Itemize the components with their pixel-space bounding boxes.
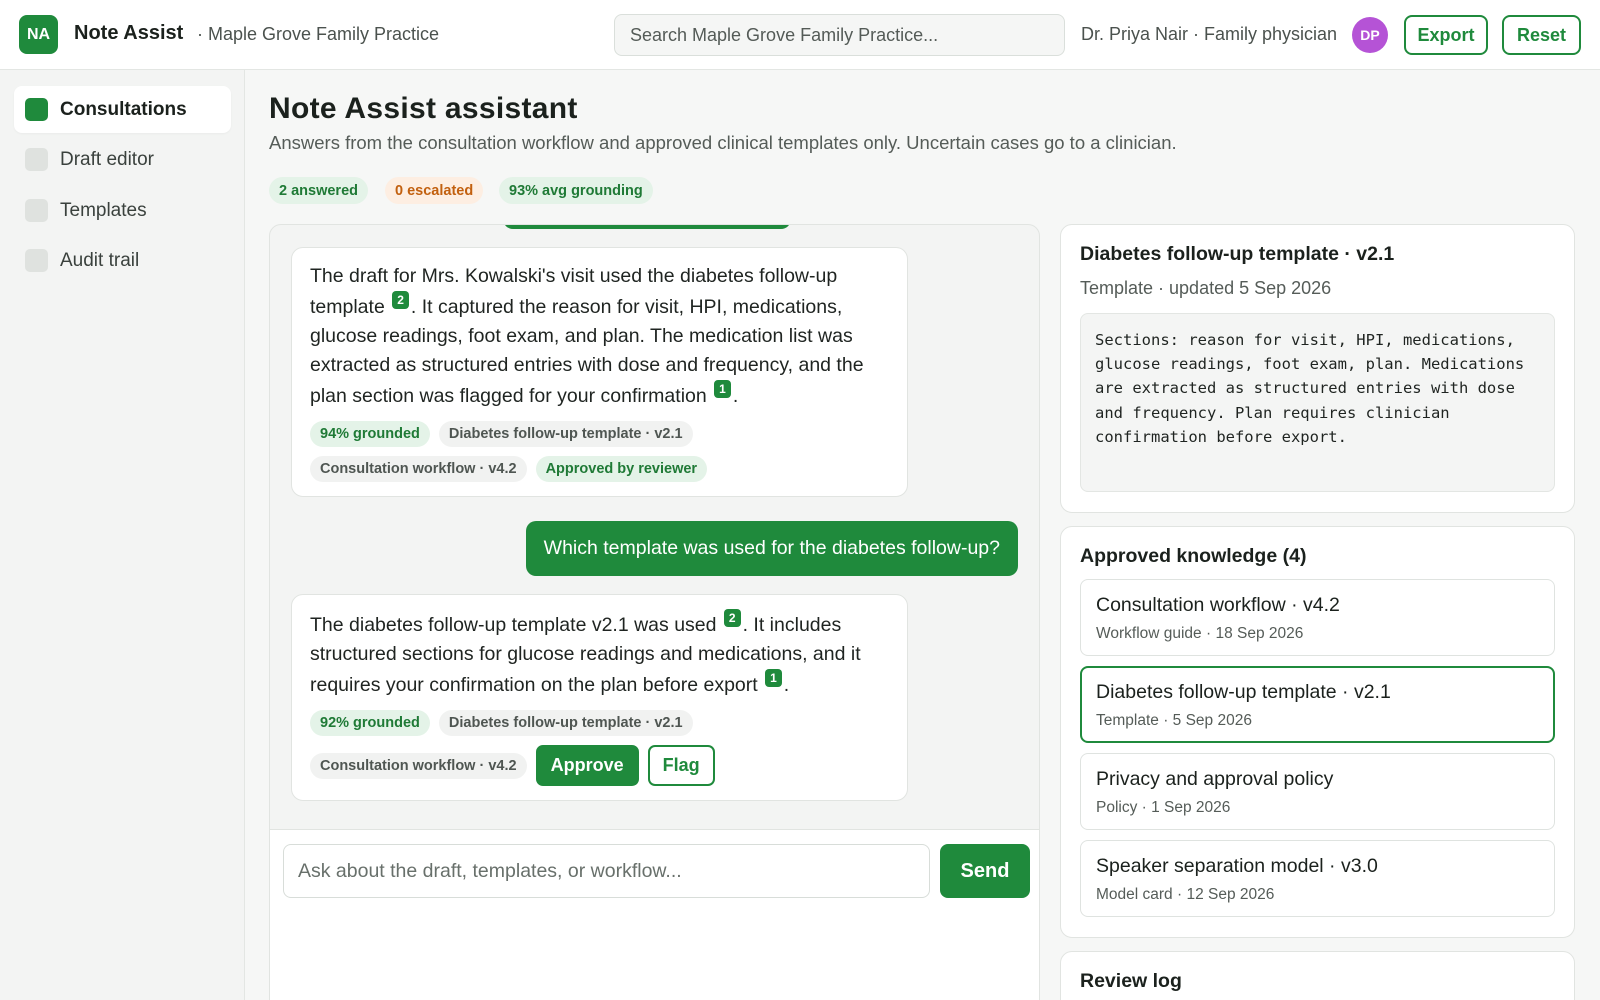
user-name: Dr. Priya Nair · Family physician [1081, 24, 1338, 44]
sidebar-item-label: Consultations [60, 98, 187, 120]
grounding-chip: 94% grounded [310, 421, 430, 447]
nav-indicator-icon [25, 148, 48, 171]
user-message: Which template was used for the diabetes… [525, 521, 1018, 576]
send-button[interactable]: Send [940, 844, 1030, 898]
app-name: Note Assist [74, 22, 184, 44]
sidebar-item-consultations[interactable]: Consultations [14, 86, 231, 133]
grounding-badge: 93% avg grounding [499, 177, 653, 204]
source-chip[interactable]: Diabetes follow-up template · v2.1 [438, 421, 693, 447]
source-chip[interactable]: Consultation workflow · v4.2 [310, 752, 527, 779]
review-log-card: Review log [1060, 951, 1575, 1000]
message-chips: 94% grounded Diabetes follow-up template… [310, 421, 889, 482]
message-chips: 92% grounded Diabetes follow-up template… [310, 710, 889, 786]
flag-button[interactable]: Flag [647, 745, 715, 786]
grounding-chip: 92% grounded [310, 710, 430, 736]
knowledge-item[interactable]: Speaker separation model · v3.0 Model ca… [1080, 840, 1555, 917]
nav-indicator-icon [25, 98, 48, 121]
knowledge-item-meta: Workflow guide · 18 Sep 2026 [1096, 625, 1304, 642]
detail-meta: Template · updated 5 Sep 2026 [1080, 278, 1332, 298]
message-segment: . It captured the reason for visit, HPI,… [310, 296, 864, 407]
sidebar-item-label: Draft editor [60, 148, 154, 170]
knowledge-item-meta: Template · 5 Sep 2026 [1096, 712, 1252, 729]
citation-badge[interactable]: 2 [392, 291, 409, 309]
practice-name: · Maple Grove Family Practice [197, 24, 440, 44]
previous-user-message [503, 225, 791, 229]
knowledge-item-selected[interactable]: Diabetes follow-up template · v2.1 Templ… [1080, 666, 1555, 743]
template-detail-card: Diabetes follow-up template · v2.1 Templ… [1060, 224, 1575, 513]
citation-badge[interactable]: 2 [723, 609, 741, 627]
knowledge-item-name: Diabetes follow-up template · v2.1 [1096, 681, 1391, 703]
template-content: Sections: reason for visit, HPI, medicat… [1080, 313, 1555, 492]
source-chip[interactable]: Consultation workflow · v4.2 [310, 456, 527, 482]
message-segment: . [732, 385, 739, 407]
nav-indicator-icon [25, 199, 48, 222]
knowledge-title: Approved knowledge (4) [1080, 545, 1307, 567]
avatar[interactable]: DP [1352, 17, 1388, 53]
knowledge-item-meta: Policy · 1 Sep 2026 [1096, 799, 1231, 816]
knowledge-item[interactable]: Privacy and approval policy Policy · 1 S… [1080, 753, 1555, 830]
citation-badge[interactable]: 1 [714, 380, 731, 398]
detail-title: Diabetes follow-up template · v2.1 [1080, 243, 1395, 265]
composer: Send [270, 829, 1039, 1000]
knowledge-item[interactable]: Consultation workflow · v4.2 Workflow gu… [1080, 579, 1555, 656]
citation-badge[interactable]: 1 [765, 669, 782, 687]
export-button[interactable]: Export [1404, 15, 1488, 55]
knowledge-item-name: Consultation workflow · v4.2 [1096, 594, 1340, 616]
sidebar-item-draft-editor[interactable]: Draft editor [14, 136, 231, 183]
chat-input[interactable] [283, 844, 930, 898]
chat-panel: The draft for Mrs. Kowalski's visit used… [269, 224, 1040, 1000]
knowledge-item-meta: Model card · 12 Sep 2026 [1096, 886, 1275, 903]
message-segment: . [783, 674, 790, 696]
sidebar-item-templates[interactable]: Templates [14, 187, 231, 234]
source-chip[interactable]: Diabetes follow-up template · v2.1 [438, 710, 693, 736]
message-text: The diabetes follow-up template v2.1 was… [310, 609, 889, 700]
top-bar: NA Note Assist · Maple Grove Family Prac… [0, 0, 1600, 70]
app-logo: NA [19, 15, 58, 54]
page-title: Note Assist assistant [269, 92, 578, 125]
approve-button[interactable]: Approve [535, 745, 639, 786]
assistant-message: The diabetes follow-up template v2.1 was… [291, 594, 908, 801]
review-status-chip: Approved by reviewer [535, 456, 708, 482]
message-text: The draft for Mrs. Kowalski's visit used… [310, 262, 889, 411]
sidebar-item-audit-trail[interactable]: Audit trail [14, 237, 231, 284]
answered-badge: 2 answered [269, 177, 368, 204]
nav-indicator-icon [25, 249, 48, 272]
search-input[interactable] [614, 14, 1065, 56]
assistant-message: The draft for Mrs. Kowalski's visit used… [291, 247, 908, 497]
reset-button[interactable]: Reset [1502, 15, 1581, 55]
knowledge-item-name: Privacy and approval policy [1096, 768, 1334, 790]
sidebar: Consultations Draft editor Templates Aud… [0, 70, 245, 1000]
approved-knowledge-card: Approved knowledge (4) Consultation work… [1060, 526, 1575, 938]
sidebar-item-label: Templates [60, 199, 147, 221]
knowledge-item-name: Speaker separation model · v3.0 [1096, 855, 1378, 877]
escalated-badge: 0 escalated [385, 177, 484, 204]
review-log-title: Review log [1080, 970, 1182, 992]
page-subtitle: Answers from the consultation workflow a… [269, 132, 1177, 153]
sidebar-item-label: Audit trail [60, 249, 140, 271]
message-segment: The diabetes follow-up template v2.1 was… [310, 614, 722, 636]
